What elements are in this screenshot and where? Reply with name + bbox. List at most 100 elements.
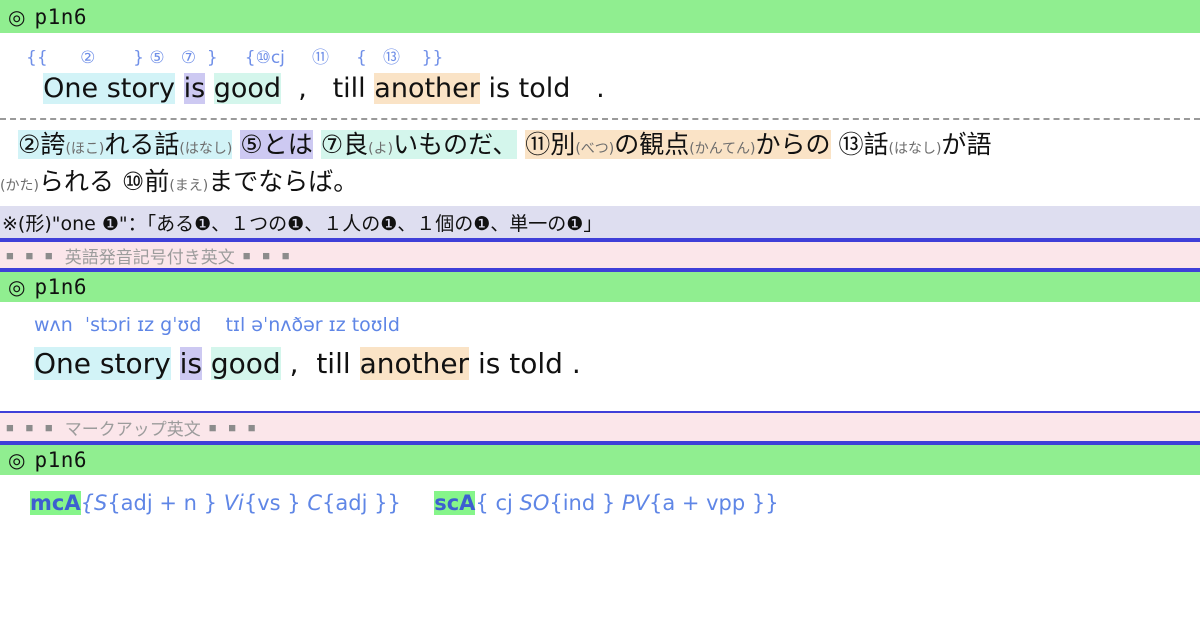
tag-open-3: {: [355, 48, 367, 68]
ipa-story: ˈstɔri: [84, 314, 132, 337]
tag-circle-11: ⑪: [311, 48, 329, 68]
jp-tail-karano: からの: [755, 130, 831, 160]
markup-row: mcA{S{adj + n } Vi{vs } C{adj }} scA{ cj…: [0, 491, 1200, 516]
phrase-conjunction: till: [332, 73, 366, 104]
jp-kanji-mae: 前: [144, 167, 170, 197]
ipa-phrase-passive: is told: [477, 347, 563, 381]
ipa-is: ɪz: [137, 314, 155, 337]
ipa-phrase-conjunction: till: [316, 347, 351, 381]
ipa-phrase-complement: good: [210, 347, 281, 381]
phrase-subordinate-subject: another: [374, 73, 480, 104]
markup-body-s: {adj + n }: [107, 491, 217, 516]
japanese-line-1: ②誇(ほこ)れる話(はなし) ⑤とは ⑦良(よ)いものだ、 ⑪別(べつ)の観点(…: [0, 126, 1200, 163]
ipa-row: wʌn ˈstɔri ɪz gˈʊd tɪl əˈnʌðər ɪz toʊld: [0, 314, 1200, 344]
section-title-phonetic: 英語発音記号付き英文: [64, 247, 235, 268]
jp-mid-no: の: [614, 130, 640, 160]
phrase-passive-verb: is told: [488, 73, 571, 104]
markup-label-s: S: [93, 491, 108, 516]
markup-body-pv: {a + vpp }}: [648, 491, 779, 516]
jp-segment-5: ⑤とは: [240, 130, 313, 160]
ipa-till: tɪl: [225, 314, 246, 337]
tag-close-1: }: [133, 48, 144, 68]
title-bar-annotated: ◎ p1n6: [0, 0, 1200, 33]
ipa-good: gˈʊd: [160, 314, 202, 337]
jp-num-13: ⑬: [838, 130, 864, 160]
jp-ruby-kanten: (かんてん): [689, 141, 756, 158]
jp-ruby-betsu: (べつ): [575, 141, 615, 158]
square-marker-right-icon: ■ ■ ■: [242, 247, 294, 263]
jp-tail-reru: れる: [104, 130, 155, 160]
jp-ruby-kata: (かた): [0, 178, 39, 195]
jp-segment-7: ⑦良(よ)いものだ、: [320, 130, 518, 160]
jp-num-11: ⑪: [525, 130, 551, 160]
markup-open-brace-2: { cj: [475, 491, 520, 516]
phrase-subject: One story: [43, 73, 175, 104]
markup-label-so: SO: [519, 491, 550, 516]
tag-open-brace: {{: [26, 48, 48, 68]
jp-kanji-kanten: 観点: [639, 130, 690, 160]
double-circle-icon: ◎: [8, 4, 26, 29]
annotated-sentence: One story is good , till another is told…: [0, 69, 1200, 108]
title-bar-label: p1n6: [34, 4, 88, 29]
jp-kanji-yoi: 良: [343, 130, 369, 160]
jp-segment-11: ⑪別(べつ)の観点(かんてん)からの: [525, 130, 831, 160]
phrase-verb: is: [183, 73, 206, 104]
usage-note-text: ※(形)"one ❶"：「ある❶、１つの❶、１人の❶、１個の❶、単一の❶」: [2, 212, 603, 235]
phonetic-block: wʌn ˈstɔri ɪz gˈʊd tɪl əˈnʌðər ɪz toʊld …: [0, 302, 1200, 389]
jp-ruby-yo: (よ): [368, 141, 394, 158]
markup-open-brace-1: {: [80, 491, 94, 516]
jp-tail-imonoda: いものだ、: [393, 130, 518, 160]
tag-close-3: }}: [421, 48, 444, 68]
markup-tag-sca: scA: [434, 491, 476, 516]
jp-ruby-hanashi: (はなし): [179, 141, 233, 158]
jp-segment-2: ②誇(ほこ)れる話(はなし): [18, 130, 233, 160]
structure-tag-row: {{ ② } ⑤ ⑦ } {⑩cj ⑪ { ⑬ }}: [0, 43, 1200, 69]
markup-body-c: {adj }}: [322, 491, 401, 516]
jp-num-2: ②: [18, 130, 41, 160]
phrase-period: .: [596, 73, 605, 104]
title-bar-label-3: p1n6: [34, 448, 88, 473]
jp-num-10: ⑩: [121, 167, 145, 197]
tag-circle-13: ⑬: [383, 48, 401, 68]
square-marker-left-icon-2: ■ ■ ■: [6, 419, 57, 435]
tag-circle-5: ⑤: [149, 48, 165, 68]
tag-close-2: }: [206, 48, 218, 68]
double-circle-icon-2: ◎: [8, 275, 26, 300]
jp-tail-madenaraba: までならば。: [208, 167, 359, 197]
markup-tag-mca: mcA: [30, 491, 81, 516]
jp-num-5: ⑤: [240, 130, 263, 160]
tag-circle-2: ②: [80, 48, 96, 68]
markup-body-so: {ind }: [549, 491, 616, 516]
japanese-translation-block: ②誇(ほこ)れる話(はなし) ⑤とは ⑦良(よ)いものだ、 ⑪別(べつ)の観点(…: [0, 120, 1200, 206]
japanese-line-2: (かた)られる ⑩前(まえ)までならば。: [0, 163, 1200, 200]
markup-label-vi: Vi: [223, 491, 244, 516]
annotated-english-block: {{ ② } ⑤ ⑦ } {⑩cj ⑪ { ⑬ }} One story is …: [0, 33, 1200, 112]
jp-num-7: ⑦: [320, 130, 344, 160]
square-marker-left-icon: ■ ■ ■: [6, 247, 57, 263]
markup-label-c: C: [307, 491, 323, 516]
title-bar-markup: ◎ p1n6: [0, 443, 1200, 476]
jp-kanji-hanashi: 話: [154, 130, 180, 160]
jp-tail-gakata: が語: [941, 130, 992, 160]
ipa-phrase-subject: One story: [34, 347, 171, 381]
ipa-is-told: ɪz toʊld: [328, 314, 400, 337]
jp-ruby-hoko: (ほこ): [65, 141, 105, 158]
jp-kanji-betsu: 別: [550, 130, 576, 160]
ipa-another: əˈnʌðər: [251, 314, 323, 337]
jp-ruby-hanashi-2: (はなし): [888, 141, 942, 158]
phrase-comma: ,: [298, 73, 307, 104]
phonetic-bottom-divider: [0, 389, 1200, 414]
ipa-one: wʌn: [34, 314, 73, 337]
phonetic-sentence: One story is good , till another is told…: [0, 344, 1200, 383]
tag-circle-7: ⑦: [180, 48, 197, 68]
markup-block: mcA{S{adj + n } Vi{vs } C{adj }} scA{ cj…: [0, 475, 1200, 516]
double-circle-icon-3: ◎: [8, 448, 26, 473]
tag-open-cj: {⑩cj: [244, 48, 285, 68]
title-bar-label-2: p1n6: [34, 275, 88, 300]
jp-text-toha: とは: [262, 130, 313, 160]
section-title-markup: マークアップ英文: [64, 419, 201, 440]
section-bar-markup: ■ ■ ■ マークアップ英文 ■ ■ ■: [0, 413, 1200, 444]
usage-note-row: ※(形)"one ❶"：「ある❶、１つの❶、１人の❶、１個の❶、単一の❶」: [0, 206, 1200, 241]
jp-text-rareru: られる: [38, 167, 114, 197]
square-marker-right-icon-2: ■ ■ ■: [208, 419, 260, 435]
